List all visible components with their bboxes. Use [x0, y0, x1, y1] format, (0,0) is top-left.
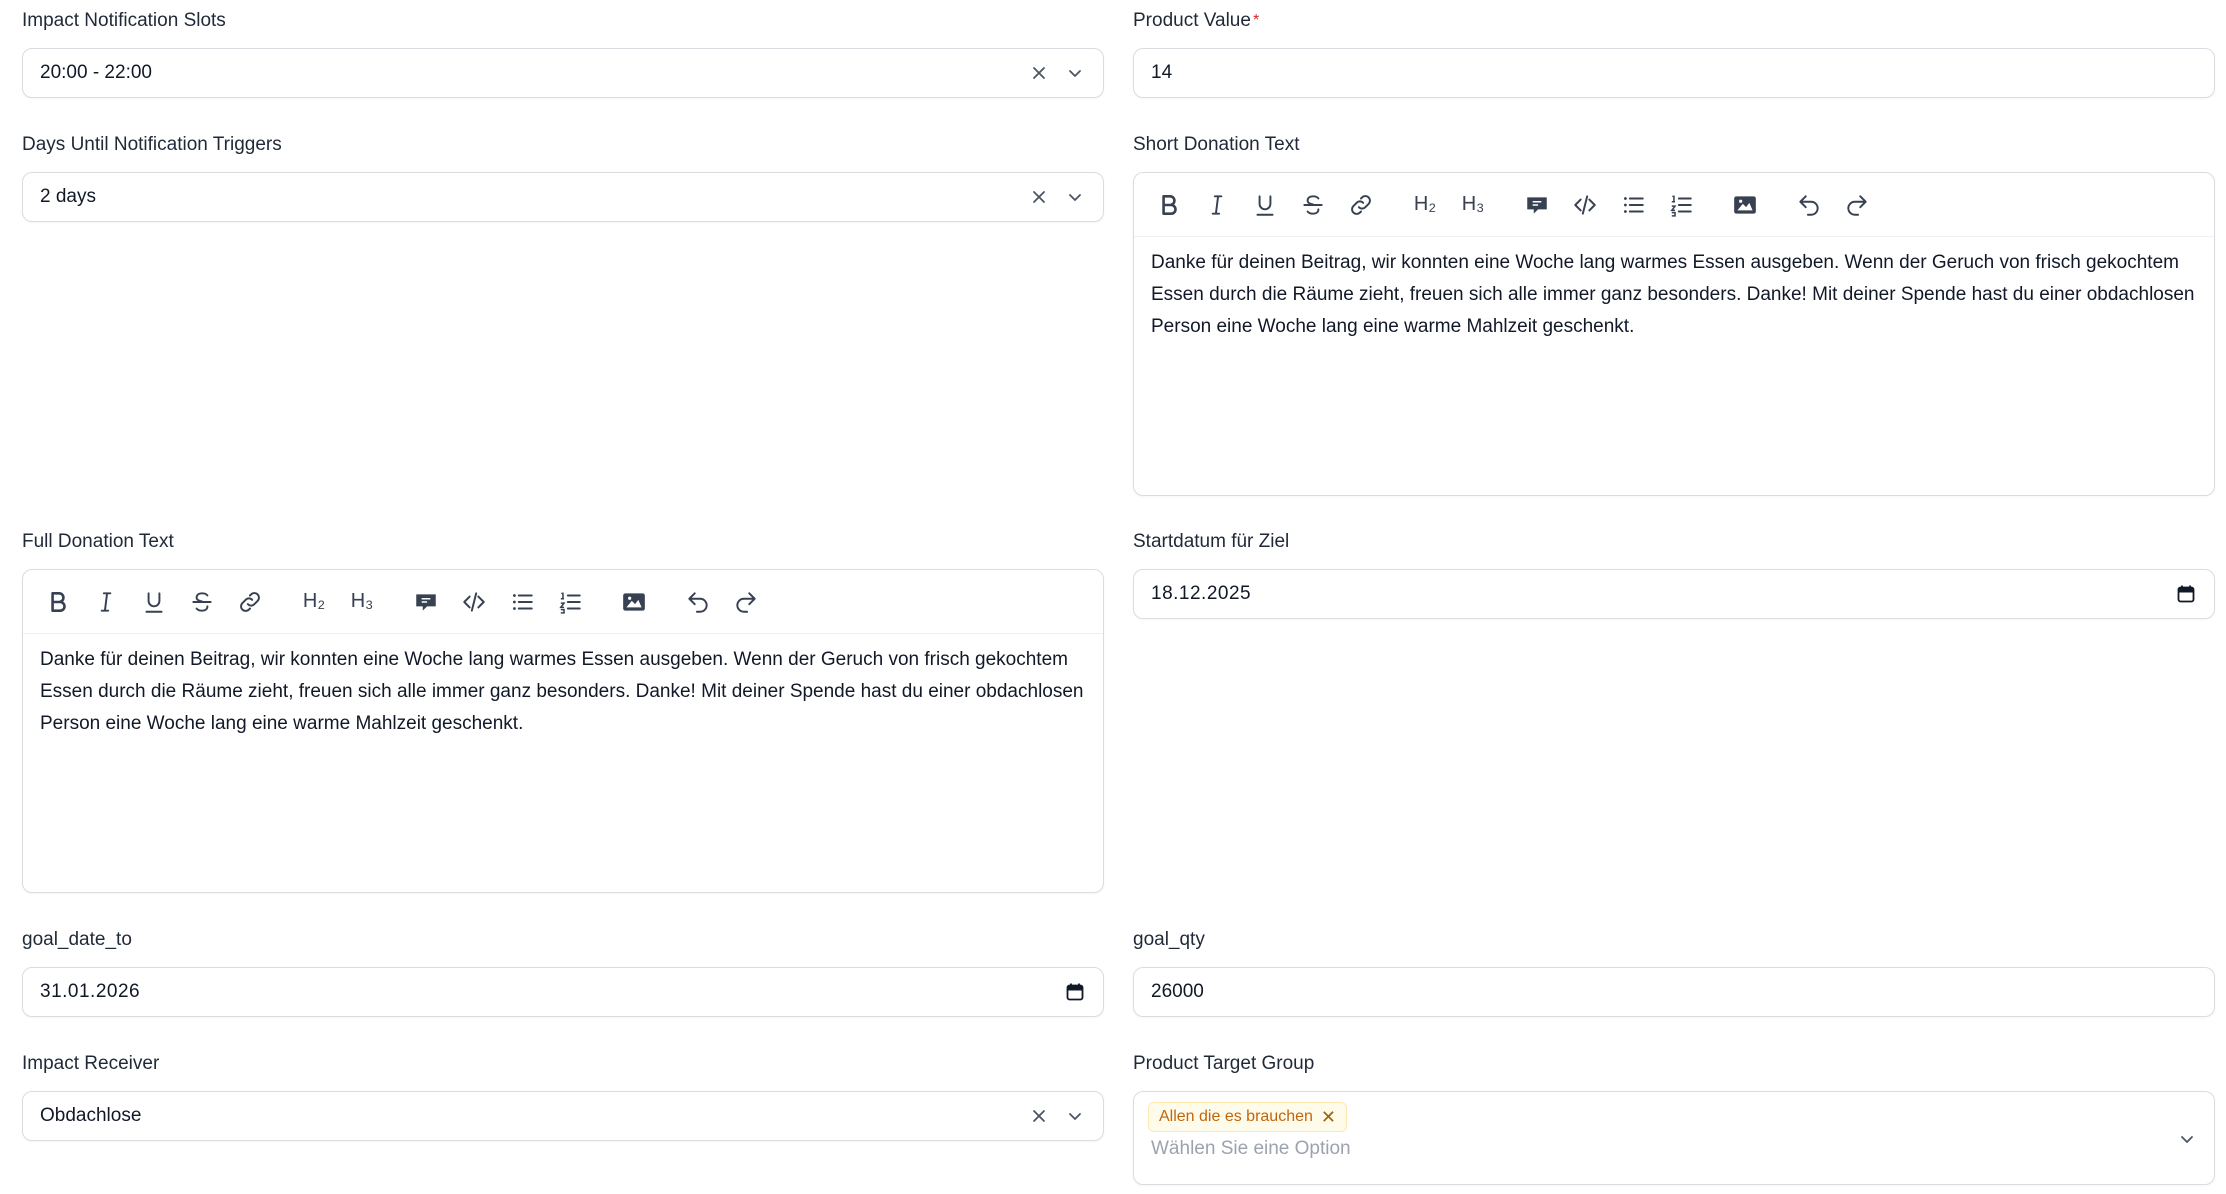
required-mark: * — [1252, 12, 1260, 29]
select-value: 20:00 - 22:00 — [40, 62, 152, 83]
chevron-down-icon[interactable] — [1064, 62, 1086, 84]
goal-date-to-field: goal_date_to 31.01.2026 — [22, 926, 1104, 1018]
field-label: goal_date_to — [22, 929, 132, 950]
days-until-notification-select[interactable]: 2 days — [22, 172, 1104, 222]
select-value: Obdachlose — [40, 1105, 142, 1126]
goal-date-to-date-input[interactable]: 31.01.2026 — [22, 967, 1104, 1017]
italic-icon[interactable] — [89, 585, 123, 619]
code-icon[interactable] — [457, 585, 491, 619]
undo-icon[interactable] — [1792, 188, 1826, 222]
impact-notification-slots-field: Impact Notification Slots 20:00 - 22:00 — [22, 7, 1104, 99]
link-icon[interactable] — [233, 585, 267, 619]
code-icon[interactable] — [1568, 188, 1602, 222]
field-label: Product Target Group — [1133, 1053, 1315, 1074]
full-donation-text-editor[interactable]: H₂ H₃ Danke für deinen Beitrag, wir konn… — [22, 569, 1104, 893]
chevron-down-icon[interactable] — [1064, 1105, 1086, 1127]
chevron-down-icon[interactable] — [2176, 1128, 2198, 1150]
calendar-icon[interactable] — [2175, 583, 2197, 605]
calendar-icon[interactable] — [1064, 981, 1086, 1003]
underline-icon[interactable] — [137, 585, 171, 619]
blockquote-icon[interactable] — [1520, 188, 1554, 222]
field-label: Startdatum für Ziel — [1133, 531, 1290, 552]
bullet-list-icon[interactable] — [505, 585, 539, 619]
field-label: Full Donation Text — [22, 531, 174, 552]
bold-icon[interactable] — [41, 585, 75, 619]
heading-3-icon[interactable]: H₃ — [1456, 188, 1490, 222]
clear-icon[interactable] — [1028, 62, 1050, 84]
remove-tag-icon[interactable]: ✕ — [1321, 1108, 1336, 1126]
impact-notification-slots-select[interactable]: 20:00 - 22:00 — [22, 48, 1104, 98]
strikethrough-icon[interactable] — [185, 585, 219, 619]
input-value: 14 — [1151, 62, 1173, 83]
chevron-down-icon[interactable] — [1064, 186, 1086, 208]
italic-icon[interactable] — [1200, 188, 1234, 222]
image-icon[interactable] — [1728, 188, 1762, 222]
product-value-input[interactable]: 14 — [1133, 48, 2215, 98]
editor-toolbar: H₂ H₃ — [23, 570, 1103, 634]
strikethrough-icon[interactable] — [1296, 188, 1330, 222]
form-page: Impact Notification Slots 20:00 - 22:00 … — [0, 0, 2226, 1194]
link-icon[interactable] — [1344, 188, 1378, 222]
date-value: 31.01.2026 — [40, 981, 141, 1002]
date-value: 18.12.2025 — [1151, 583, 1252, 604]
short-donation-text-field: Short Donation Text H₂ H₃ Danke für dein… — [1133, 131, 2215, 498]
ordered-list-icon[interactable] — [553, 585, 587, 619]
image-icon[interactable] — [617, 585, 651, 619]
ordered-list-icon[interactable] — [1664, 188, 1698, 222]
underline-icon[interactable] — [1248, 188, 1282, 222]
heading-2-icon[interactable]: H₂ — [1408, 188, 1442, 222]
impact-receiver-field: Impact Receiver Obdachlose — [22, 1050, 1104, 1142]
field-label: Product Value — [1133, 10, 1251, 31]
clear-icon[interactable] — [1028, 186, 1050, 208]
product-target-group-multiselect[interactable]: Allen die es brauchen ✕ Wählen Sie eine … — [1133, 1091, 2215, 1185]
redo-icon[interactable] — [1840, 188, 1874, 222]
bullet-list-icon[interactable] — [1616, 188, 1650, 222]
startdatum-date-input[interactable]: 18.12.2025 — [1133, 569, 2215, 619]
undo-icon[interactable] — [681, 585, 715, 619]
product-value-field: Product Value * 14 — [1133, 7, 2215, 99]
selected-tag: Allen die es brauchen ✕ — [1148, 1102, 1347, 1132]
goal-qty-field: goal_qty 26000 — [1133, 926, 2215, 1018]
editor-content[interactable]: Danke für deinen Beitrag, wir konnten ei… — [1134, 237, 2214, 353]
editor-content[interactable]: Danke für deinen Beitrag, wir konnten ei… — [23, 634, 1103, 750]
tag-label: Allen die es brauchen — [1159, 1108, 1313, 1125]
heading-2-icon[interactable]: H₂ — [297, 585, 331, 619]
goal-qty-input[interactable]: 26000 — [1133, 967, 2215, 1017]
editor-toolbar: H₂ H₃ — [1134, 173, 2214, 237]
heading-3-icon[interactable]: H₃ — [345, 585, 379, 619]
redo-icon[interactable] — [729, 585, 763, 619]
blockquote-icon[interactable] — [409, 585, 443, 619]
full-donation-text-field: Full Donation Text H₂ H₃ Danke für deine… — [22, 528, 1104, 895]
field-label: Short Donation Text — [1133, 134, 1300, 155]
select-value: 2 days — [40, 186, 96, 207]
days-until-notification-field: Days Until Notification Triggers 2 days — [22, 131, 1104, 223]
impact-receiver-select[interactable]: Obdachlose — [22, 1091, 1104, 1141]
field-label: Impact Receiver — [22, 1053, 160, 1074]
product-target-group-field: Product Target Group Allen die es brauch… — [1133, 1050, 2215, 1190]
input-value: 26000 — [1151, 981, 1204, 1002]
field-label: goal_qty — [1133, 929, 1205, 950]
multiselect-placeholder: Wählen Sie eine Option — [1151, 1138, 1351, 1159]
short-donation-text-editor[interactable]: H₂ H₃ Danke für deinen Beitrag, wir konn… — [1133, 172, 2215, 496]
field-label: Days Until Notification Triggers — [22, 134, 282, 155]
clear-icon[interactable] — [1028, 1105, 1050, 1127]
startdatum-field: Startdatum für Ziel 18.12.2025 — [1133, 528, 2215, 620]
field-label: Impact Notification Slots — [22, 10, 226, 31]
bold-icon[interactable] — [1152, 188, 1186, 222]
